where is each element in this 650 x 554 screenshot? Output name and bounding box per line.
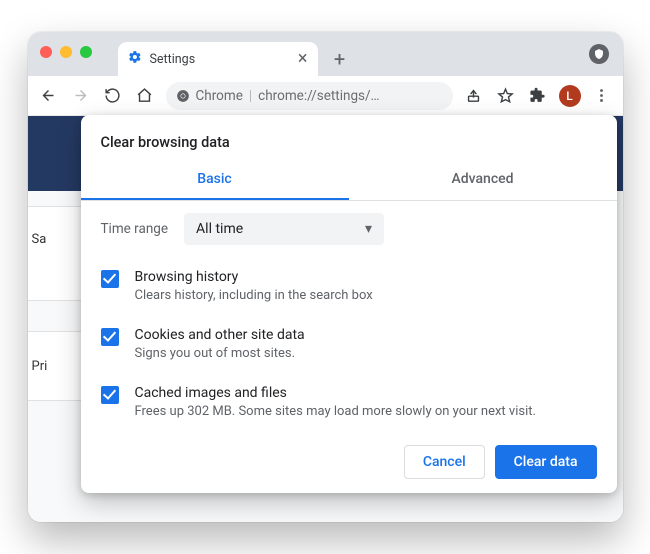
share-button[interactable] [463,87,485,104]
bg-card-1-text: Sa [32,232,47,247]
reload-button[interactable] [102,87,124,104]
minimize-window-icon[interactable] [60,46,72,58]
browser-window: Settings × + Chrome | chrome://settings/… [28,32,623,522]
item-subtitle: Signs you out of most sites. [135,346,305,361]
item-title: Browsing history [135,269,373,285]
bg-card-2-text: Pri [32,359,48,374]
list-item: Cookies and other site data Signs you ou… [101,315,597,373]
item-subtitle: Frees up 302 MB. Some sites may load mor… [135,404,536,419]
chevron-down-icon: ▾ [365,221,372,237]
back-button[interactable] [38,87,60,104]
checkbox-cookies[interactable] [101,328,119,346]
tab-basic[interactable]: Basic [81,161,349,200]
clear-data-button[interactable]: Clear data [495,445,597,479]
item-title: Cookies and other site data [135,327,305,343]
time-range-select[interactable]: All time ▾ [184,213,384,245]
profile-avatar[interactable]: L [559,85,581,107]
cancel-button[interactable]: Cancel [404,445,485,479]
dialog-tabs: Basic Advanced [81,161,617,201]
forward-button[interactable] [70,87,92,104]
item-title: Cached images and files [135,385,536,401]
extensions-button[interactable] [527,87,549,104]
chrome-icon [176,89,190,103]
close-tab-icon[interactable]: × [298,50,308,68]
incognito-icon[interactable] [589,44,609,64]
bg-card-1 [28,206,88,301]
clear-browsing-data-dialog: Clear browsing data Basic Advanced Time … [81,115,617,493]
list-item: Cached images and files Frees up 302 MB.… [101,373,597,431]
maximize-window-icon[interactable] [80,46,92,58]
checkbox-browsing-history[interactable] [101,270,119,288]
time-range-row: Time range All time ▾ [81,201,617,257]
close-window-icon[interactable] [40,46,52,58]
home-button[interactable] [134,87,156,104]
address-bar[interactable]: Chrome | chrome://settings/… [166,82,453,110]
tab-title: Settings [150,52,196,67]
toolbar: Chrome | chrome://settings/… L [28,76,623,116]
dialog-title: Clear browsing data [81,115,617,161]
active-tab[interactable]: Settings × [118,42,318,76]
data-type-list: Browsing history Clears history, includi… [81,257,617,431]
tab-strip: Settings × + [28,32,623,76]
dialog-footer: Cancel Clear data [81,431,617,479]
checkbox-cached[interactable] [101,386,119,404]
gear-icon [128,50,142,68]
window-controls [40,46,92,58]
page-content: Sa Pri Clear browsing data Basic Advance… [28,116,623,522]
list-item: Browsing history Clears history, includi… [101,257,597,315]
address-prefix: Chrome [196,88,243,104]
bookmark-button[interactable] [495,87,517,104]
item-subtitle: Clears history, including in the search … [135,288,373,303]
time-range-value: All time [196,221,243,237]
time-range-label: Time range [101,221,169,237]
new-tab-button[interactable]: + [326,45,354,73]
tab-advanced[interactable]: Advanced [349,161,617,200]
menu-button[interactable] [591,87,613,104]
address-url: chrome://settings/… [258,88,379,104]
